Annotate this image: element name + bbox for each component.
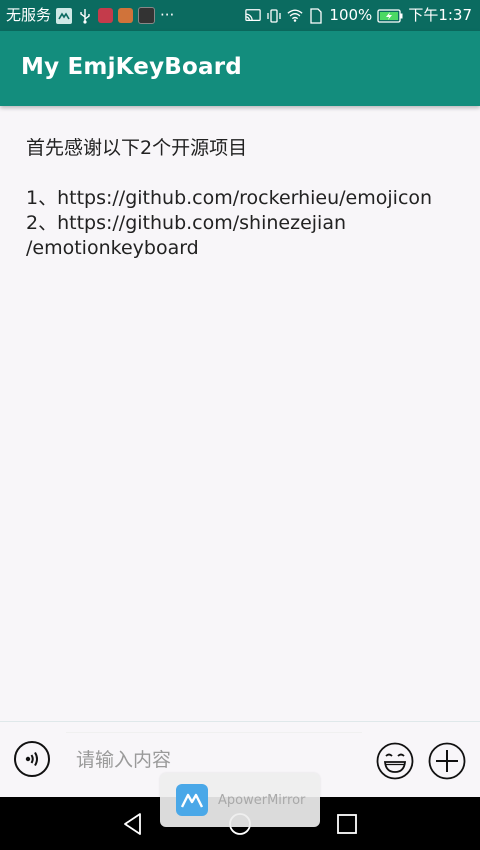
- app-title: My EmjKeyBoard: [21, 54, 242, 80]
- recent-apps-button[interactable]: [334, 811, 360, 837]
- emoji-button[interactable]: [376, 742, 414, 780]
- usb-icon: [77, 8, 93, 24]
- wifi-icon: [287, 8, 303, 24]
- more-button[interactable]: [428, 742, 466, 780]
- battery-percent: 100%: [329, 6, 373, 24]
- voice-icon: [25, 751, 38, 767]
- status-right-group: 100% 下午1:37: [245, 0, 472, 31]
- sim-icon: [308, 7, 324, 24]
- carrier-text: 无服务: [6, 6, 52, 24]
- cat-app-icon: [138, 7, 156, 24]
- more-indicator: ···: [160, 6, 175, 24]
- plus-icon: [428, 742, 466, 780]
- back-button[interactable]: [120, 811, 146, 837]
- intro-line: 首先感谢以下2个开源项目: [26, 137, 248, 159]
- status-bar: 无服务 ··· 100% 下午1:37: [0, 0, 480, 31]
- back-icon: [124, 813, 141, 835]
- heart-app-icon: [118, 8, 134, 23]
- huawei-icon: [98, 8, 114, 23]
- battery-icon: [377, 8, 403, 24]
- app-bar: My EmjKeyBoard: [0, 31, 480, 106]
- content-line-3: /emotionkeyboard: [26, 237, 199, 259]
- emoji-icon: [376, 742, 414, 780]
- apowermirror-watermark: ApowerMirror: [160, 773, 320, 827]
- app-screen: 无服务 ··· 100% 下午1:37 My EmjKeyBoard 首先感谢以…: [0, 0, 480, 850]
- clock: 下午1:37: [408, 6, 472, 24]
- apowermirror-logo-icon: [176, 784, 208, 816]
- mirror-app-icon: [56, 7, 73, 24]
- recent-apps-icon: [337, 814, 357, 834]
- content-line-2: 2、https://github.com/shinezejian: [26, 212, 347, 234]
- vibrate-icon: [266, 8, 282, 24]
- status-left-group: 无服务 ···: [6, 0, 174, 31]
- apowermirror-label: ApowerMirror: [218, 792, 306, 808]
- voice-button[interactable]: [14, 741, 50, 777]
- content-text: 首先感谢以下2个开源项目 1、https://github.com/rocker…: [26, 136, 466, 261]
- content-line-1: 1、https://github.com/rockerhieu/emojicon: [26, 187, 433, 209]
- cast-icon: [245, 8, 262, 24]
